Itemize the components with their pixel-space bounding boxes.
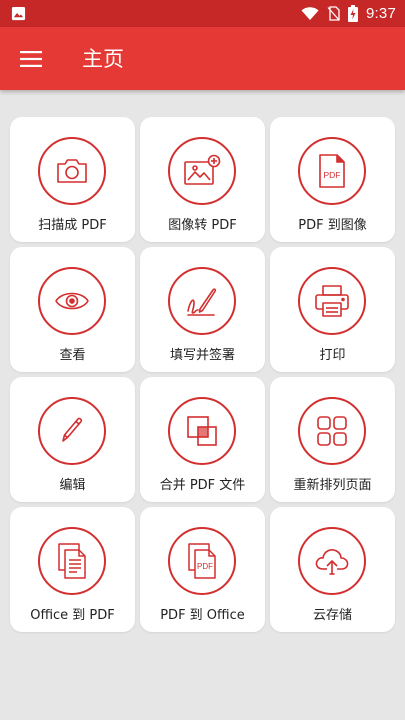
grid-reorder-icon [317,416,347,446]
tile-icon-circle [298,397,366,465]
wifi-icon [301,6,319,20]
battery-charging-icon [348,5,358,22]
pdf-stack-icon: PDF [188,543,216,579]
signature-pen-icon [187,288,217,316]
tile-edit[interactable]: 编辑 [10,377,135,502]
tile-pdf-to-office[interactable]: PDF PDF 到 Office [140,507,265,632]
printer-icon [315,285,349,317]
status-time: 9:37 [366,5,396,22]
tile-icon-circle: PDF [168,527,236,595]
tile-label: 云存储 [312,608,352,623]
pencil-icon [62,417,83,442]
hamburger-menu-icon [20,51,42,67]
tile-print[interactable]: 打印 [270,247,395,372]
tile-merge-pdf[interactable]: 合并 PDF 文件 [140,377,265,502]
no-sim-icon [327,6,340,21]
tile-icon-circle [168,267,236,335]
tile-view[interactable]: 查看 [10,247,135,372]
tile-icon-circle [168,137,236,205]
tile-cloud-storage[interactable]: 云存储 [270,507,395,632]
app-bar: 主页 [0,27,405,90]
pdf-file-icon: PDF [319,154,345,188]
tile-label: 重新排列页面 [293,478,372,493]
tile-reorder-pages[interactable]: 重新排列页面 [270,377,395,502]
status-bar: 9:37 [0,0,405,27]
tile-fill-and-sign[interactable]: 填写并签署 [140,247,265,372]
status-icons: 9:37 [301,0,396,27]
tool-grid: 扫描成 PDF 图像转 PDF PDF PDF 到图像 查看 填写并签署 打印 … [10,117,395,632]
tile-icon-circle [298,267,366,335]
tile-label: 打印 [319,348,346,363]
merge-icon [187,416,217,446]
page-title: 主页 [82,47,124,71]
tile-scan-to-pdf[interactable]: 扫描成 PDF [10,117,135,242]
tile-label: 扫描成 PDF [38,218,107,233]
tile-label: 图像转 PDF [168,218,237,233]
image-add-icon [184,154,221,185]
tile-label: PDF 到 Office [160,608,245,623]
tile-label: 查看 [59,348,86,363]
tile-icon-circle [38,137,106,205]
image-icon [11,6,26,21]
tile-icon-circle [38,267,106,335]
eye-icon [55,292,89,310]
office-document-icon [58,543,86,579]
tile-pdf-to-image[interactable]: PDF PDF 到图像 [270,117,395,242]
tile-image-to-pdf[interactable]: 图像转 PDF [140,117,265,242]
tile-icon-circle [38,527,106,595]
tile-office-to-pdf[interactable]: Office 到 PDF [10,507,135,632]
svg-text:PDF: PDF [197,562,213,571]
tile-label: 编辑 [59,478,86,493]
tile-icon-circle [38,397,106,465]
tile-label: 填写并签署 [169,348,235,363]
camera-icon [57,159,87,183]
svg-text:PDF: PDF [324,170,341,180]
menu-button[interactable] [14,42,48,76]
tile-icon-circle [168,397,236,465]
tile-label: PDF 到图像 [298,218,367,233]
tile-icon-circle [298,527,366,595]
tile-icon-circle: PDF [298,137,366,205]
tile-label: 合并 PDF 文件 [159,478,246,493]
cloud-upload-icon [315,549,349,575]
tile-label: Office 到 PDF [30,608,115,623]
